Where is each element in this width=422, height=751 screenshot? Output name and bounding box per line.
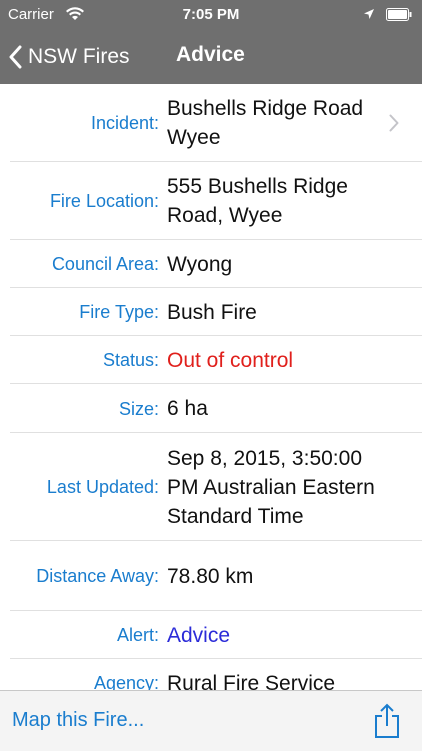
location-arrow-icon <box>364 9 374 19</box>
detail-value: Rural Fire Service <box>167 671 336 691</box>
detail-value: Bushells Ridge Road Wyee <box>167 97 364 149</box>
fire-details-list[interactable]: Incident: Bushells Ridge Road Wyee Fire … <box>0 84 422 690</box>
navigation-bar: NSW Fires Advice <box>0 30 422 84</box>
detail-label: Council Area: <box>51 254 159 274</box>
status-value: Out of control <box>167 348 294 372</box>
detail-label: Status: <box>102 350 159 370</box>
detail-row-fire-location: Fire Location: 555 Bushells Ridge Road, … <box>0 162 422 240</box>
detail-value: 555 Bushells Ridge Road, Wyee <box>167 175 348 227</box>
detail-label: Distance Away: <box>36 566 159 586</box>
detail-label: Incident: <box>90 113 159 133</box>
status-bar: Carrier 7:05 PM <box>0 0 422 30</box>
detail-row-distance-away: Distance Away: 78.80 km <box>0 541 422 611</box>
chevron-left-icon <box>9 45 22 69</box>
detail-row-alert: Alert: Advice <box>0 611 422 659</box>
detail-row-incident[interactable]: Incident: Bushells Ridge Road Wyee <box>0 84 422 162</box>
alert-value: Advice <box>167 623 231 647</box>
detail-value: 78.80 km <box>167 564 254 588</box>
detail-value: Sep 8, 2015, 3:50:00 PM Australian Easte… <box>167 446 375 528</box>
detail-label: Last Updated: <box>46 477 159 497</box>
detail-row-council-area: Council Area: Wyong <box>0 240 422 288</box>
detail-value: 6 ha <box>167 397 208 420</box>
status-time: 7:05 PM <box>182 6 240 23</box>
detail-value: Wyong <box>167 252 233 276</box>
page-title: Advice <box>176 43 245 66</box>
detail-row-status: Status: Out of control <box>0 336 422 384</box>
detail-row-size: Size: 6 ha <box>0 384 422 433</box>
detail-row-fire-type: Fire Type: Bush Fire <box>0 288 422 336</box>
share-icon[interactable] <box>372 703 402 739</box>
detail-label: Fire Type: <box>79 302 159 322</box>
bottom-toolbar: Map this Fire... <box>0 690 422 751</box>
back-button-label: NSW Fires <box>28 45 130 68</box>
detail-row-last-updated: Last Updated: Sep 8, 2015, 3:50:00 PM Au… <box>0 433 422 541</box>
detail-label: Alert: <box>116 625 159 645</box>
detail-value: Bush Fire <box>167 300 257 324</box>
back-button[interactable]: NSW Fires <box>8 30 130 84</box>
chevron-right-icon <box>389 114 399 132</box>
detail-row-agency: Agency: Rural Fire Service <box>0 659 422 691</box>
detail-label: Agency: <box>93 673 159 690</box>
detail-label: Fire Location: <box>49 191 159 211</box>
map-this-fire-button[interactable]: Map this Fire... <box>12 709 144 732</box>
battery-icon <box>386 8 412 21</box>
detail-label: Size: <box>118 398 159 419</box>
